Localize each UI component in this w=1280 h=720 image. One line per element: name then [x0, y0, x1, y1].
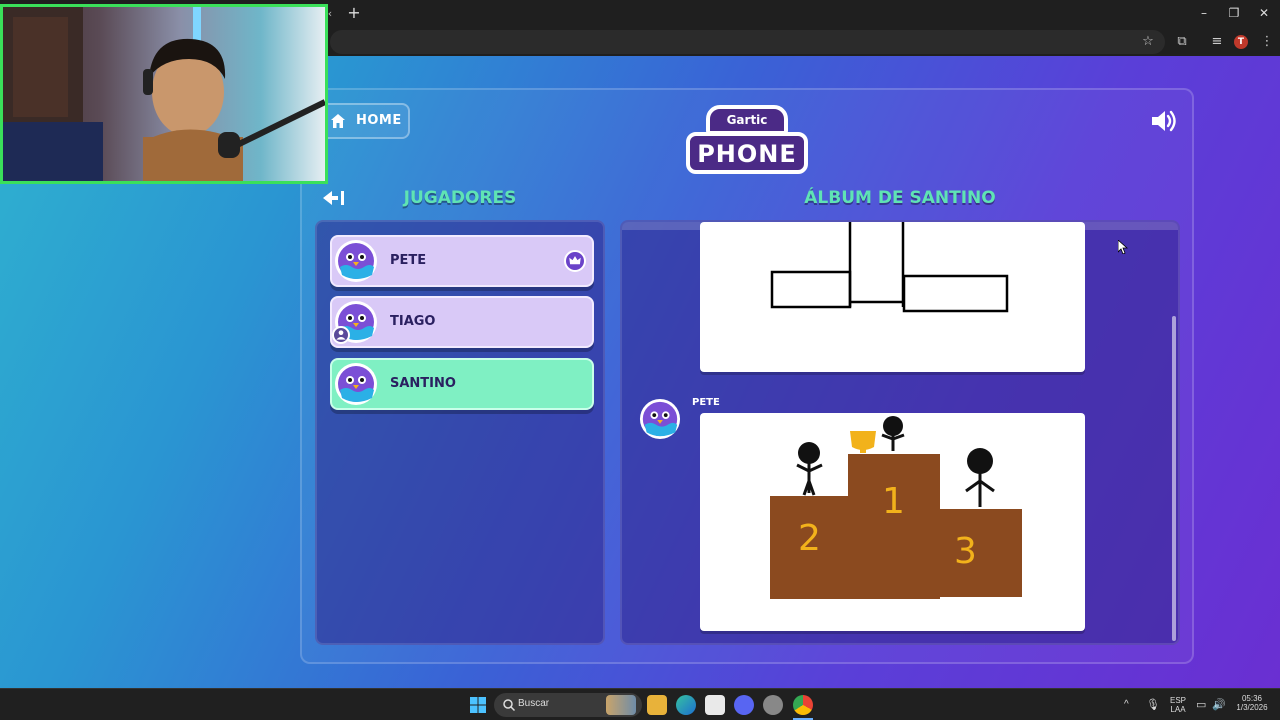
stick-figure-third	[965, 448, 995, 507]
webcam-overlay	[0, 4, 328, 184]
clock[interactable]: 05:36 1/3/2026	[1232, 694, 1272, 712]
podium-number-2: 2	[798, 518, 821, 559]
album-drawing-card	[700, 222, 1085, 372]
player-card-santino[interactable]: SANTINO	[330, 358, 594, 410]
podium-number-3: 3	[954, 531, 977, 572]
players-panel: PETE TIAGO SANTINO	[315, 220, 605, 645]
tray-overflow-icon[interactable]: ^	[1124, 699, 1129, 710]
streamer-webcam-image	[3, 7, 325, 181]
microphone-icon[interactable]: 🎙	[1146, 698, 1160, 711]
gartic-phone-logo: Gartic PHONE	[686, 102, 808, 178]
mouse-cursor-icon	[1118, 240, 1128, 254]
stick-figure-second	[796, 442, 823, 496]
bird-avatar-icon	[335, 240, 377, 282]
trophy-icon	[850, 431, 876, 453]
stick-figure-first	[881, 416, 905, 451]
player-name: SANTINO	[390, 376, 456, 391]
player-card-pete[interactable]: PETE	[330, 235, 594, 287]
players-title: JUGADORES	[403, 188, 517, 208]
bookmark-star-icon[interactable]: ☆	[1138, 32, 1158, 52]
language-layout: LAA	[1170, 705, 1186, 714]
home-icon	[331, 114, 345, 128]
minimize-button[interactable]: –	[1190, 4, 1218, 22]
media-queue-icon[interactable]: ≡	[1207, 32, 1227, 52]
logo-bottom-plate: PHONE	[686, 132, 808, 174]
podium-number-1: 1	[882, 481, 905, 522]
player-name: TIAGO	[390, 314, 436, 329]
app-icon[interactable]	[763, 695, 783, 715]
language-indicator[interactable]: ESP LAA	[1168, 696, 1188, 714]
album-scrollbar[interactable]	[1172, 316, 1176, 641]
language-code: ESP	[1169, 696, 1186, 705]
extensions-icon[interactable]: ⧉	[1172, 32, 1192, 52]
bird-avatar-icon	[335, 363, 377, 405]
network-icon[interactable]: ▭	[1196, 698, 1206, 711]
logo-top-plate: Gartic	[706, 105, 788, 135]
home-label: HOME	[356, 113, 402, 128]
author-bird-avatar-icon	[639, 398, 681, 440]
album-entry-author: PETE	[692, 397, 720, 408]
windows-taskbar: Buscar ^ 🎙 ESP LAA ▭ 🔊 05:36 1/3/2026	[0, 688, 1280, 720]
speaker-icon[interactable]: 🔊	[1212, 698, 1226, 711]
profile-avatar[interactable]: T	[1234, 35, 1248, 49]
podium-drawing: 2 1 3	[770, 416, 1022, 599]
address-bar[interactable]	[330, 30, 1165, 54]
album-panel[interactable]: PETE 2 1 3	[620, 220, 1180, 645]
edge-browser-icon[interactable]	[676, 695, 696, 715]
close-button[interactable]: ✕	[1250, 4, 1278, 22]
album-drawing-card: 2 1 3	[700, 413, 1085, 631]
browser-menu-icon[interactable]: ⋮	[1257, 32, 1277, 52]
chrome-icon[interactable]	[793, 695, 813, 715]
search-icon	[503, 699, 516, 712]
clock-time: 05:36	[1241, 694, 1263, 703]
logo-bottom-text: PHONE	[697, 140, 797, 168]
player-card-tiago[interactable]: TIAGO	[330, 296, 594, 348]
windows-start-icon[interactable]	[468, 695, 488, 715]
search-placeholder: Buscar	[518, 698, 550, 709]
album-title: ÁLBUM DE SANTINO	[804, 188, 996, 208]
volume-icon[interactable]	[1150, 108, 1178, 134]
logo-top-text: Gartic	[726, 113, 768, 127]
home-button[interactable]: HOME	[318, 103, 410, 139]
restore-button[interactable]: ❐	[1220, 4, 1248, 22]
clock-date: 1/3/2026	[1236, 703, 1268, 712]
new-tab-button[interactable]: +	[344, 3, 364, 23]
taskbar-search-box[interactable]: Buscar	[494, 693, 642, 717]
file-explorer-icon[interactable]	[647, 695, 667, 715]
player-name: PETE	[390, 253, 427, 268]
crown-icon	[564, 250, 586, 272]
discord-icon[interactable]	[734, 695, 754, 715]
store-icon[interactable]	[705, 695, 725, 715]
user-icon	[332, 326, 350, 344]
podium-outline-drawing	[770, 222, 1009, 313]
search-highlight-image	[606, 695, 636, 715]
